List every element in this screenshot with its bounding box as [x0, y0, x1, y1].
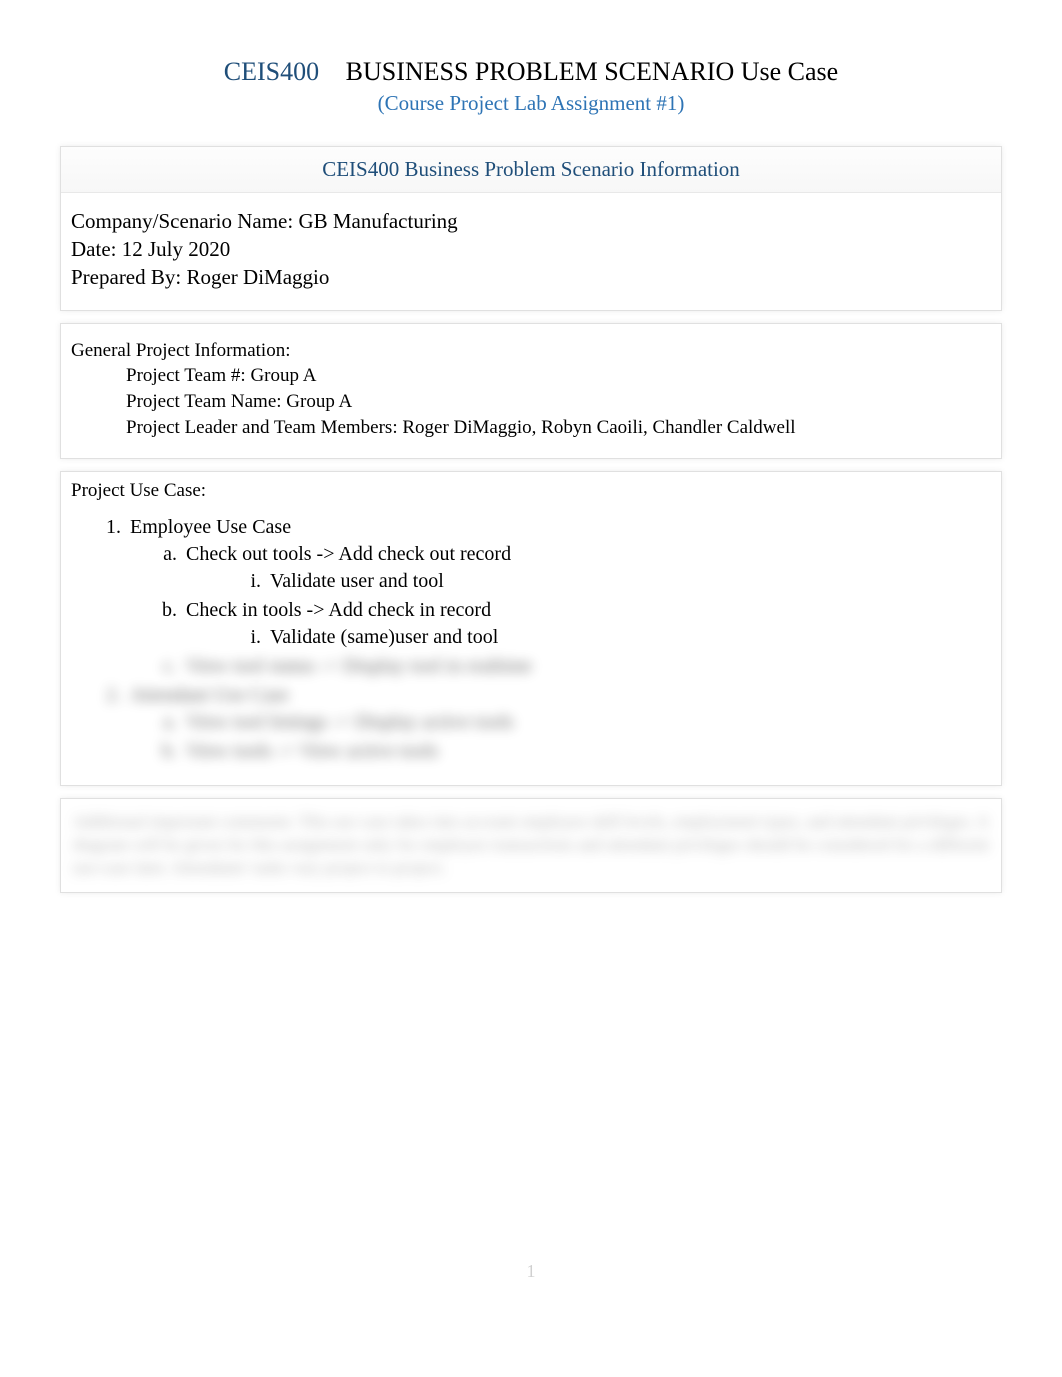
use-case-1a-sublist: Validate user and tool	[186, 568, 991, 595]
company-line: Company/Scenario Name: GB Manufacturing	[71, 207, 991, 235]
use-case-1a: Check out tools -> Add check out record …	[182, 541, 991, 595]
gpi-leader-label: Project Leader and Team Members:	[126, 417, 398, 438]
use-case-1a-text: Check out tools -> Add check out record	[186, 543, 511, 565]
use-case-1-sublist: Check out tools -> Add check out record …	[130, 541, 991, 680]
use-case-body: Project Use Case: Employee Use Case Chec…	[61, 472, 1001, 785]
document-subtitle: (Course Project Lab Assignment #1)	[60, 91, 1002, 116]
gpi-team-name-value: Group A	[286, 391, 352, 412]
scenario-info-box: CEIS400 Business Problem Scenario Inform…	[60, 146, 1002, 311]
company-label: Company/Scenario Name:	[71, 209, 293, 233]
use-case-item-1: Employee Use Case Check out tools -> Add…	[126, 514, 991, 680]
use-case-2-title: Attendant Use Case	[130, 684, 289, 706]
gpi-leader-value: Roger DiMaggio, Robyn Caoili, Chandler C…	[402, 417, 795, 438]
use-case-list: Employee Use Case Check out tools -> Add…	[71, 514, 991, 765]
gpi-heading: General Project Information:	[71, 338, 991, 364]
use-case-1-title: Employee Use Case	[130, 516, 291, 538]
general-project-info-box: General Project Information: Project Tea…	[60, 323, 1002, 460]
use-case-2-sublist: View tool listings -> Display active too…	[130, 709, 991, 765]
gpi-team-name-label: Project Team Name:	[126, 391, 282, 412]
footer-blurred-text: Additional important comments: This use …	[61, 799, 1001, 892]
use-case-heading: Project Use Case:	[71, 478, 991, 504]
scenario-info-body: Company/Scenario Name: GB Manufacturing …	[61, 193, 1001, 310]
prepared-value: Roger DiMaggio	[186, 265, 329, 289]
date-value: 12 July 2020	[122, 237, 231, 261]
use-case-1b-i: Validate (same)user and tool	[266, 624, 991, 651]
scenario-info-heading: CEIS400 Business Problem Scenario Inform…	[61, 147, 1001, 193]
gpi-body: General Project Information: Project Tea…	[61, 324, 1001, 459]
use-case-1b-sublist: Validate (same)user and tool	[186, 624, 991, 651]
use-case-1b-text: Check in tools -> Add check in record	[186, 599, 491, 621]
date-line: Date: 12 July 2020	[71, 235, 991, 263]
gpi-team-num-value: Group A	[250, 365, 316, 386]
footer-box-blurred: Additional important comments: This use …	[60, 798, 1002, 893]
use-case-1b: Check in tools -> Add check in record Va…	[182, 597, 991, 651]
header-title-line: CEIS400 BUSINESS PROBLEM SCENARIO Use Ca…	[60, 55, 1002, 89]
document-header: CEIS400 BUSINESS PROBLEM SCENARIO Use Ca…	[60, 55, 1002, 116]
course-code: CEIS400	[224, 57, 319, 86]
use-case-1a-i: Validate user and tool	[266, 568, 991, 595]
use-case-box: Project Use Case: Employee Use Case Chec…	[60, 471, 1002, 786]
use-case-1c-blurred: View tool status -> Display tool in real…	[182, 653, 991, 680]
prepared-line: Prepared By: Roger DiMaggio	[71, 263, 991, 291]
use-case-2b: View tools -> View active tools	[182, 738, 991, 765]
gpi-team-name: Project Team Name: Group A	[71, 389, 991, 415]
company-value: GB Manufacturing	[298, 209, 457, 233]
gpi-leader: Project Leader and Team Members: Roger D…	[71, 415, 991, 441]
document-title: BUSINESS PROBLEM SCENARIO Use Case	[346, 57, 839, 86]
date-label: Date:	[71, 237, 116, 261]
use-case-2a: View tool listings -> Display active too…	[182, 709, 991, 736]
gpi-team-num-label: Project Team #:	[126, 365, 246, 386]
gpi-team-num: Project Team #: Group A	[71, 363, 991, 389]
prepared-label: Prepared By:	[71, 265, 181, 289]
page-number: 1	[0, 1261, 1062, 1282]
use-case-item-2-blurred: Attendant Use Case View tool listings ->…	[126, 682, 991, 765]
